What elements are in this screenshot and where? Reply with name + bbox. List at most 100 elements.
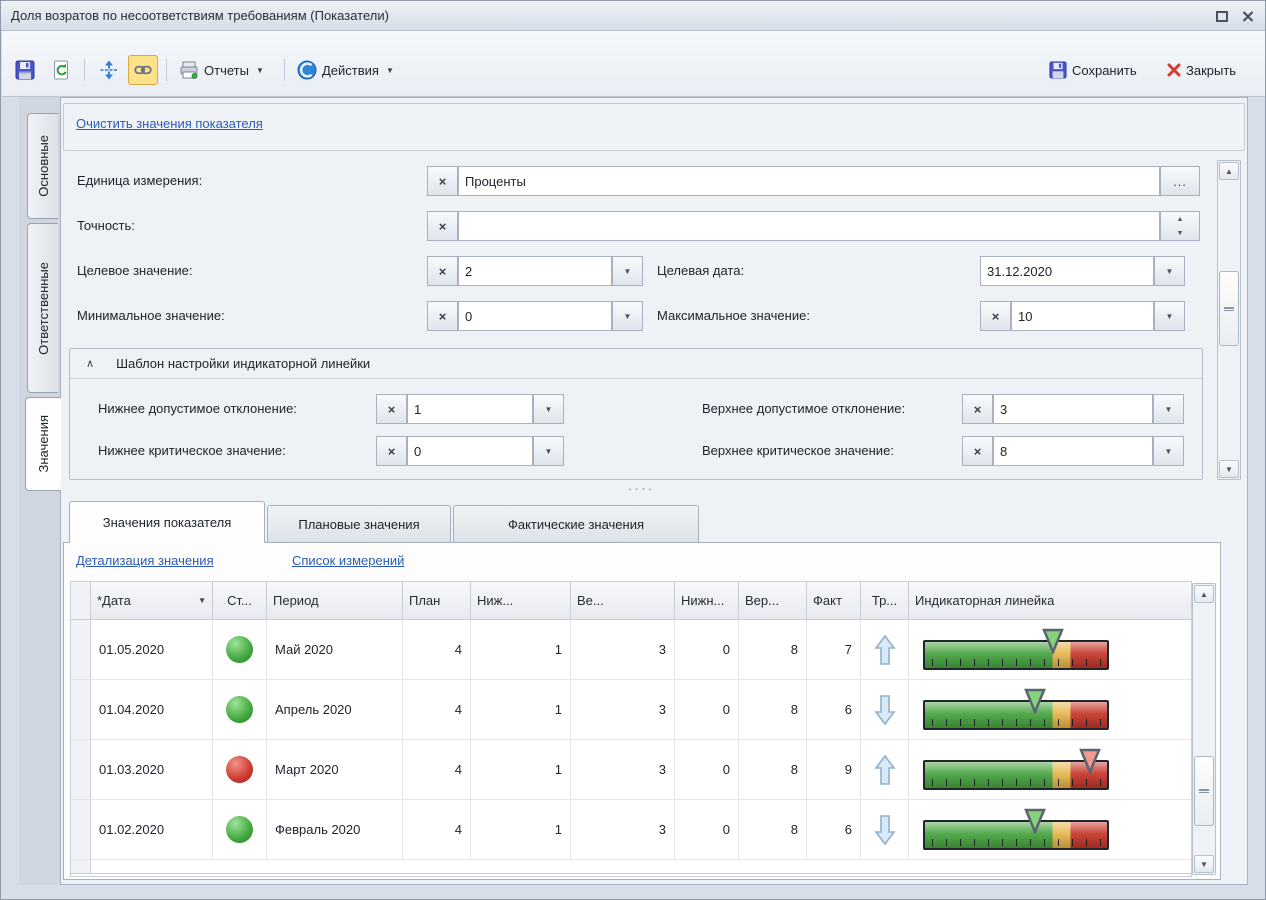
trend-cell[interactable] (861, 620, 909, 679)
collapse-icon[interactable]: ∧ (86, 357, 94, 370)
date-cell[interactable]: 01.04.2020 (91, 680, 213, 739)
status-cell[interactable] (213, 620, 267, 679)
ruler-cell[interactable] (909, 680, 1191, 739)
precision-spinner[interactable]: ▲ ▼ (1160, 211, 1200, 241)
upper-critical-dropdown-button[interactable]: ▼ (1153, 436, 1184, 466)
unit-picker-button[interactable]: ... (1160, 166, 1200, 196)
sort-desc-icon[interactable]: ▼ (198, 596, 206, 605)
clear-target-button[interactable]: × (427, 256, 458, 286)
column-header-sel[interactable] (71, 582, 91, 619)
lower-critical-field[interactable] (407, 436, 533, 466)
upper-tolerance-field[interactable] (993, 394, 1153, 424)
low-dev-cell[interactable]: 1 (471, 620, 571, 679)
status-cell[interactable] (213, 680, 267, 739)
precision-field[interactable] (458, 211, 1160, 241)
ruler-cell[interactable] (909, 740, 1191, 799)
table-row[interactable]: 01.05.2020Май 2020413087 (71, 620, 1191, 680)
column-header-trend[interactable]: Тр... (861, 582, 909, 619)
table-scrollbar[interactable]: ▲ ▼ (1192, 583, 1216, 875)
side-tab-responsible[interactable]: Ответственные (27, 223, 58, 393)
clear-lower-critical-button[interactable]: × (376, 436, 407, 466)
table-row[interactable]: 01.02.2020Февраль 2020413086 (71, 800, 1191, 860)
clear-unit-button[interactable]: × (427, 166, 458, 196)
column-header-fact[interactable]: Факт (807, 582, 861, 619)
tab-indicator-values[interactable]: Значения показателя (69, 501, 265, 543)
side-tab-main[interactable]: Основные (27, 113, 58, 219)
column-header-low_dev[interactable]: Ниж... (471, 582, 571, 619)
close-window-button[interactable] (1239, 8, 1257, 24)
max-field[interactable] (1011, 301, 1154, 331)
trend-cell[interactable] (861, 740, 909, 799)
clear-max-button[interactable]: × (980, 301, 1011, 331)
clear-min-button[interactable]: × (427, 301, 458, 331)
form-scrollbar-thumb[interactable] (1219, 271, 1239, 346)
maximize-button[interactable] (1213, 8, 1231, 24)
upper-critical-field[interactable] (993, 436, 1153, 466)
period-cell[interactable]: Апрель 2020 (267, 680, 403, 739)
min-field[interactable] (458, 301, 612, 331)
row-indicator-cell[interactable] (71, 620, 91, 679)
actions-button[interactable]: Действия ▼ (292, 55, 399, 85)
column-header-plan[interactable]: План (403, 582, 471, 619)
commit-save-button[interactable]: Сохранить (1044, 55, 1142, 85)
unit-field[interactable] (458, 166, 1160, 196)
low-dev-cell[interactable]: 1 (471, 800, 571, 859)
column-header-low_crit[interactable]: Нижн... (675, 582, 739, 619)
up-crit-cell[interactable]: 8 (739, 620, 807, 679)
clear-lower-tolerance-button[interactable]: × (376, 394, 407, 424)
status-cell[interactable] (213, 800, 267, 859)
column-header-ruler[interactable]: Индикаторная линейка (909, 582, 1191, 619)
clear-precision-button[interactable]: × (427, 211, 458, 241)
measurement-list-link[interactable]: Список измерений (292, 553, 404, 568)
column-header-up_crit[interactable]: Вер... (739, 582, 807, 619)
low-dev-cell[interactable]: 1 (471, 740, 571, 799)
fact-cell[interactable]: 7 (807, 620, 861, 679)
low-crit-cell[interactable]: 0 (675, 740, 739, 799)
target-field[interactable] (458, 256, 612, 286)
plan-cell[interactable]: 4 (403, 740, 471, 799)
low-dev-cell[interactable]: 1 (471, 680, 571, 739)
row-indicator-cell[interactable] (71, 800, 91, 859)
clear-upper-tolerance-button[interactable]: × (962, 394, 993, 424)
plan-cell[interactable]: 4 (403, 800, 471, 859)
low-crit-cell[interactable]: 0 (675, 680, 739, 739)
scroll-down-icon[interactable]: ▼ (1194, 855, 1214, 873)
upper-tolerance-dropdown-button[interactable]: ▼ (1153, 394, 1184, 424)
low-crit-cell[interactable]: 0 (675, 620, 739, 679)
column-header-status[interactable]: Ст... (213, 582, 267, 619)
up-dev-cell[interactable]: 3 (571, 620, 675, 679)
tab-fact-values[interactable]: Фактические значения (453, 505, 699, 543)
fact-cell[interactable]: 6 (807, 800, 861, 859)
table-row[interactable]: 01.04.2020Апрель 2020413086 (71, 680, 1191, 740)
scroll-up-icon[interactable]: ▲ (1194, 585, 1214, 603)
link-button[interactable] (128, 55, 158, 85)
min-dropdown-button[interactable]: ▼ (612, 301, 643, 331)
date-cell[interactable]: 01.05.2020 (91, 620, 213, 679)
table-row[interactable]: 01.03.2020Март 2020413089 (71, 740, 1191, 800)
period-cell[interactable]: Май 2020 (267, 620, 403, 679)
target-date-field[interactable] (980, 256, 1154, 286)
lower-tolerance-field[interactable] (407, 394, 533, 424)
close-form-button[interactable]: Закрыть (1162, 55, 1241, 85)
column-header-up_dev[interactable]: Ве... (571, 582, 675, 619)
ruler-cell[interactable] (909, 800, 1191, 859)
reports-button[interactable]: Отчеты ▼ (174, 55, 269, 85)
table-scrollbar-thumb[interactable] (1194, 756, 1214, 826)
period-cell[interactable]: Февраль 2020 (267, 800, 403, 859)
spin-up-icon[interactable]: ▲ (1161, 212, 1199, 226)
column-header-date[interactable]: *Дата▼ (91, 582, 213, 619)
up-dev-cell[interactable]: 3 (571, 680, 675, 739)
column-header-period[interactable]: Период (267, 582, 403, 619)
group-header[interactable]: ∧ Шаблон настройки индикаторной линейки (70, 349, 1202, 379)
row-indicator-cell[interactable] (71, 680, 91, 739)
detail-value-link[interactable]: Детализация значения (76, 553, 214, 568)
scroll-down-icon[interactable]: ▼ (1219, 460, 1239, 478)
target-dropdown-button[interactable]: ▼ (612, 256, 643, 286)
up-crit-cell[interactable]: 8 (739, 680, 807, 739)
period-cell[interactable]: Март 2020 (267, 740, 403, 799)
up-crit-cell[interactable]: 8 (739, 740, 807, 799)
splitter-handle[interactable]: ···· (611, 485, 671, 495)
ruler-cell[interactable] (909, 620, 1191, 679)
lower-critical-dropdown-button[interactable]: ▼ (533, 436, 564, 466)
fact-cell[interactable]: 9 (807, 740, 861, 799)
